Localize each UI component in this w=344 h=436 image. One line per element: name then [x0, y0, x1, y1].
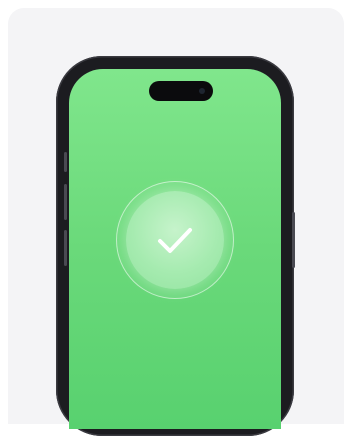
phone-volume-up-button	[64, 184, 67, 220]
phone-volume-down-button	[64, 230, 67, 266]
phone-screen	[69, 69, 281, 429]
dynamic-island	[149, 81, 213, 101]
phone-power-button	[292, 212, 295, 268]
check-icon	[158, 228, 192, 253]
phone-action-button	[64, 152, 67, 172]
camera-icon	[199, 88, 205, 94]
